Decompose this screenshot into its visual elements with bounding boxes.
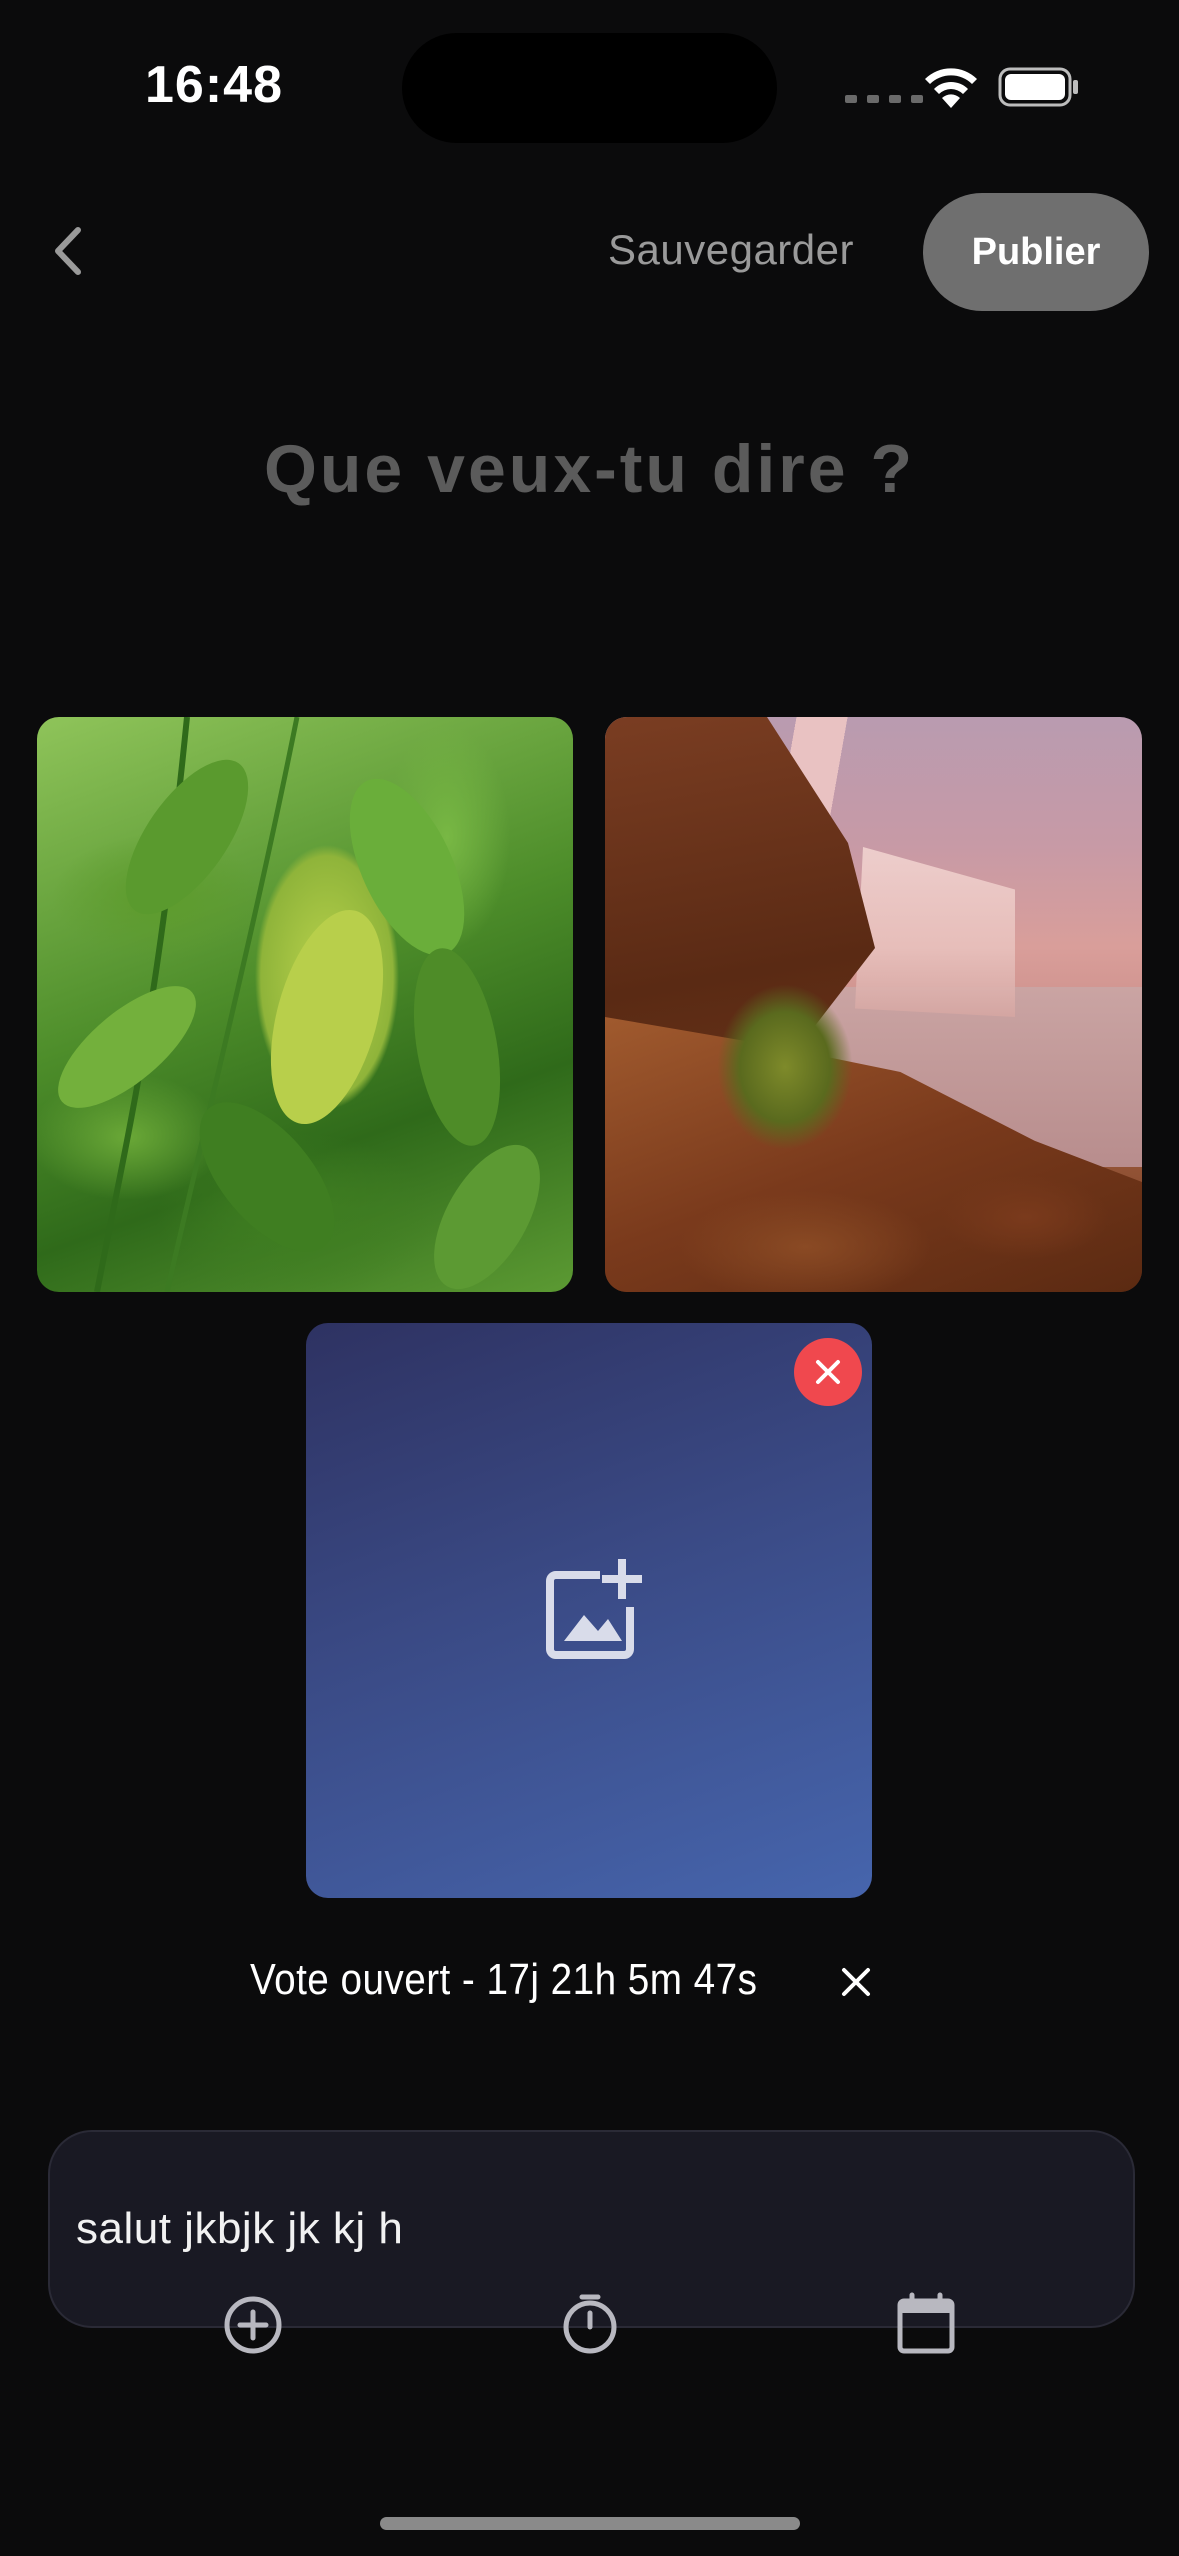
remove-image-button[interactable] bbox=[794, 1338, 862, 1406]
add-circle-icon[interactable] bbox=[221, 2293, 285, 2357]
vote-status-label: Vote ouvert - bbox=[250, 1955, 487, 2004]
wifi-icon bbox=[925, 68, 977, 108]
waterfall-plant bbox=[695, 957, 875, 1177]
image-tile-leaves[interactable] bbox=[37, 717, 573, 1292]
back-button[interactable] bbox=[44, 222, 94, 280]
timer-icon[interactable] bbox=[558, 2291, 622, 2355]
waterfall-cascade bbox=[855, 847, 1015, 1017]
image-tile-waterfall[interactable] bbox=[605, 717, 1142, 1292]
vote-status: Vote ouvert - 17j 21h 5m 47s bbox=[250, 1955, 757, 2005]
status-time: 16:48 bbox=[145, 56, 283, 114]
signal-icon bbox=[845, 95, 923, 103]
vote-countdown: 17j 21h 5m 47s bbox=[486, 1955, 758, 2004]
chevron-left-icon bbox=[55, 227, 81, 275]
calendar-icon[interactable] bbox=[894, 2291, 958, 2355]
leaves-photo bbox=[58, 717, 540, 1292]
publish-button[interactable]: Publier bbox=[923, 193, 1149, 311]
add-image-icon bbox=[546, 1559, 642, 1659]
composer-input[interactable]: salut jkbjk jk kj h bbox=[76, 2204, 403, 2254]
battery-icon bbox=[998, 67, 1078, 107]
add-image-card[interactable] bbox=[306, 1323, 872, 1898]
prompt-title: Que veux-tu dire ? bbox=[264, 431, 915, 507]
close-vote-button[interactable] bbox=[838, 1964, 874, 2000]
save-button[interactable]: Sauvegarder bbox=[608, 226, 854, 274]
home-indicator bbox=[380, 2517, 800, 2530]
close-icon bbox=[816, 1360, 840, 1384]
dynamic-island bbox=[402, 33, 777, 143]
